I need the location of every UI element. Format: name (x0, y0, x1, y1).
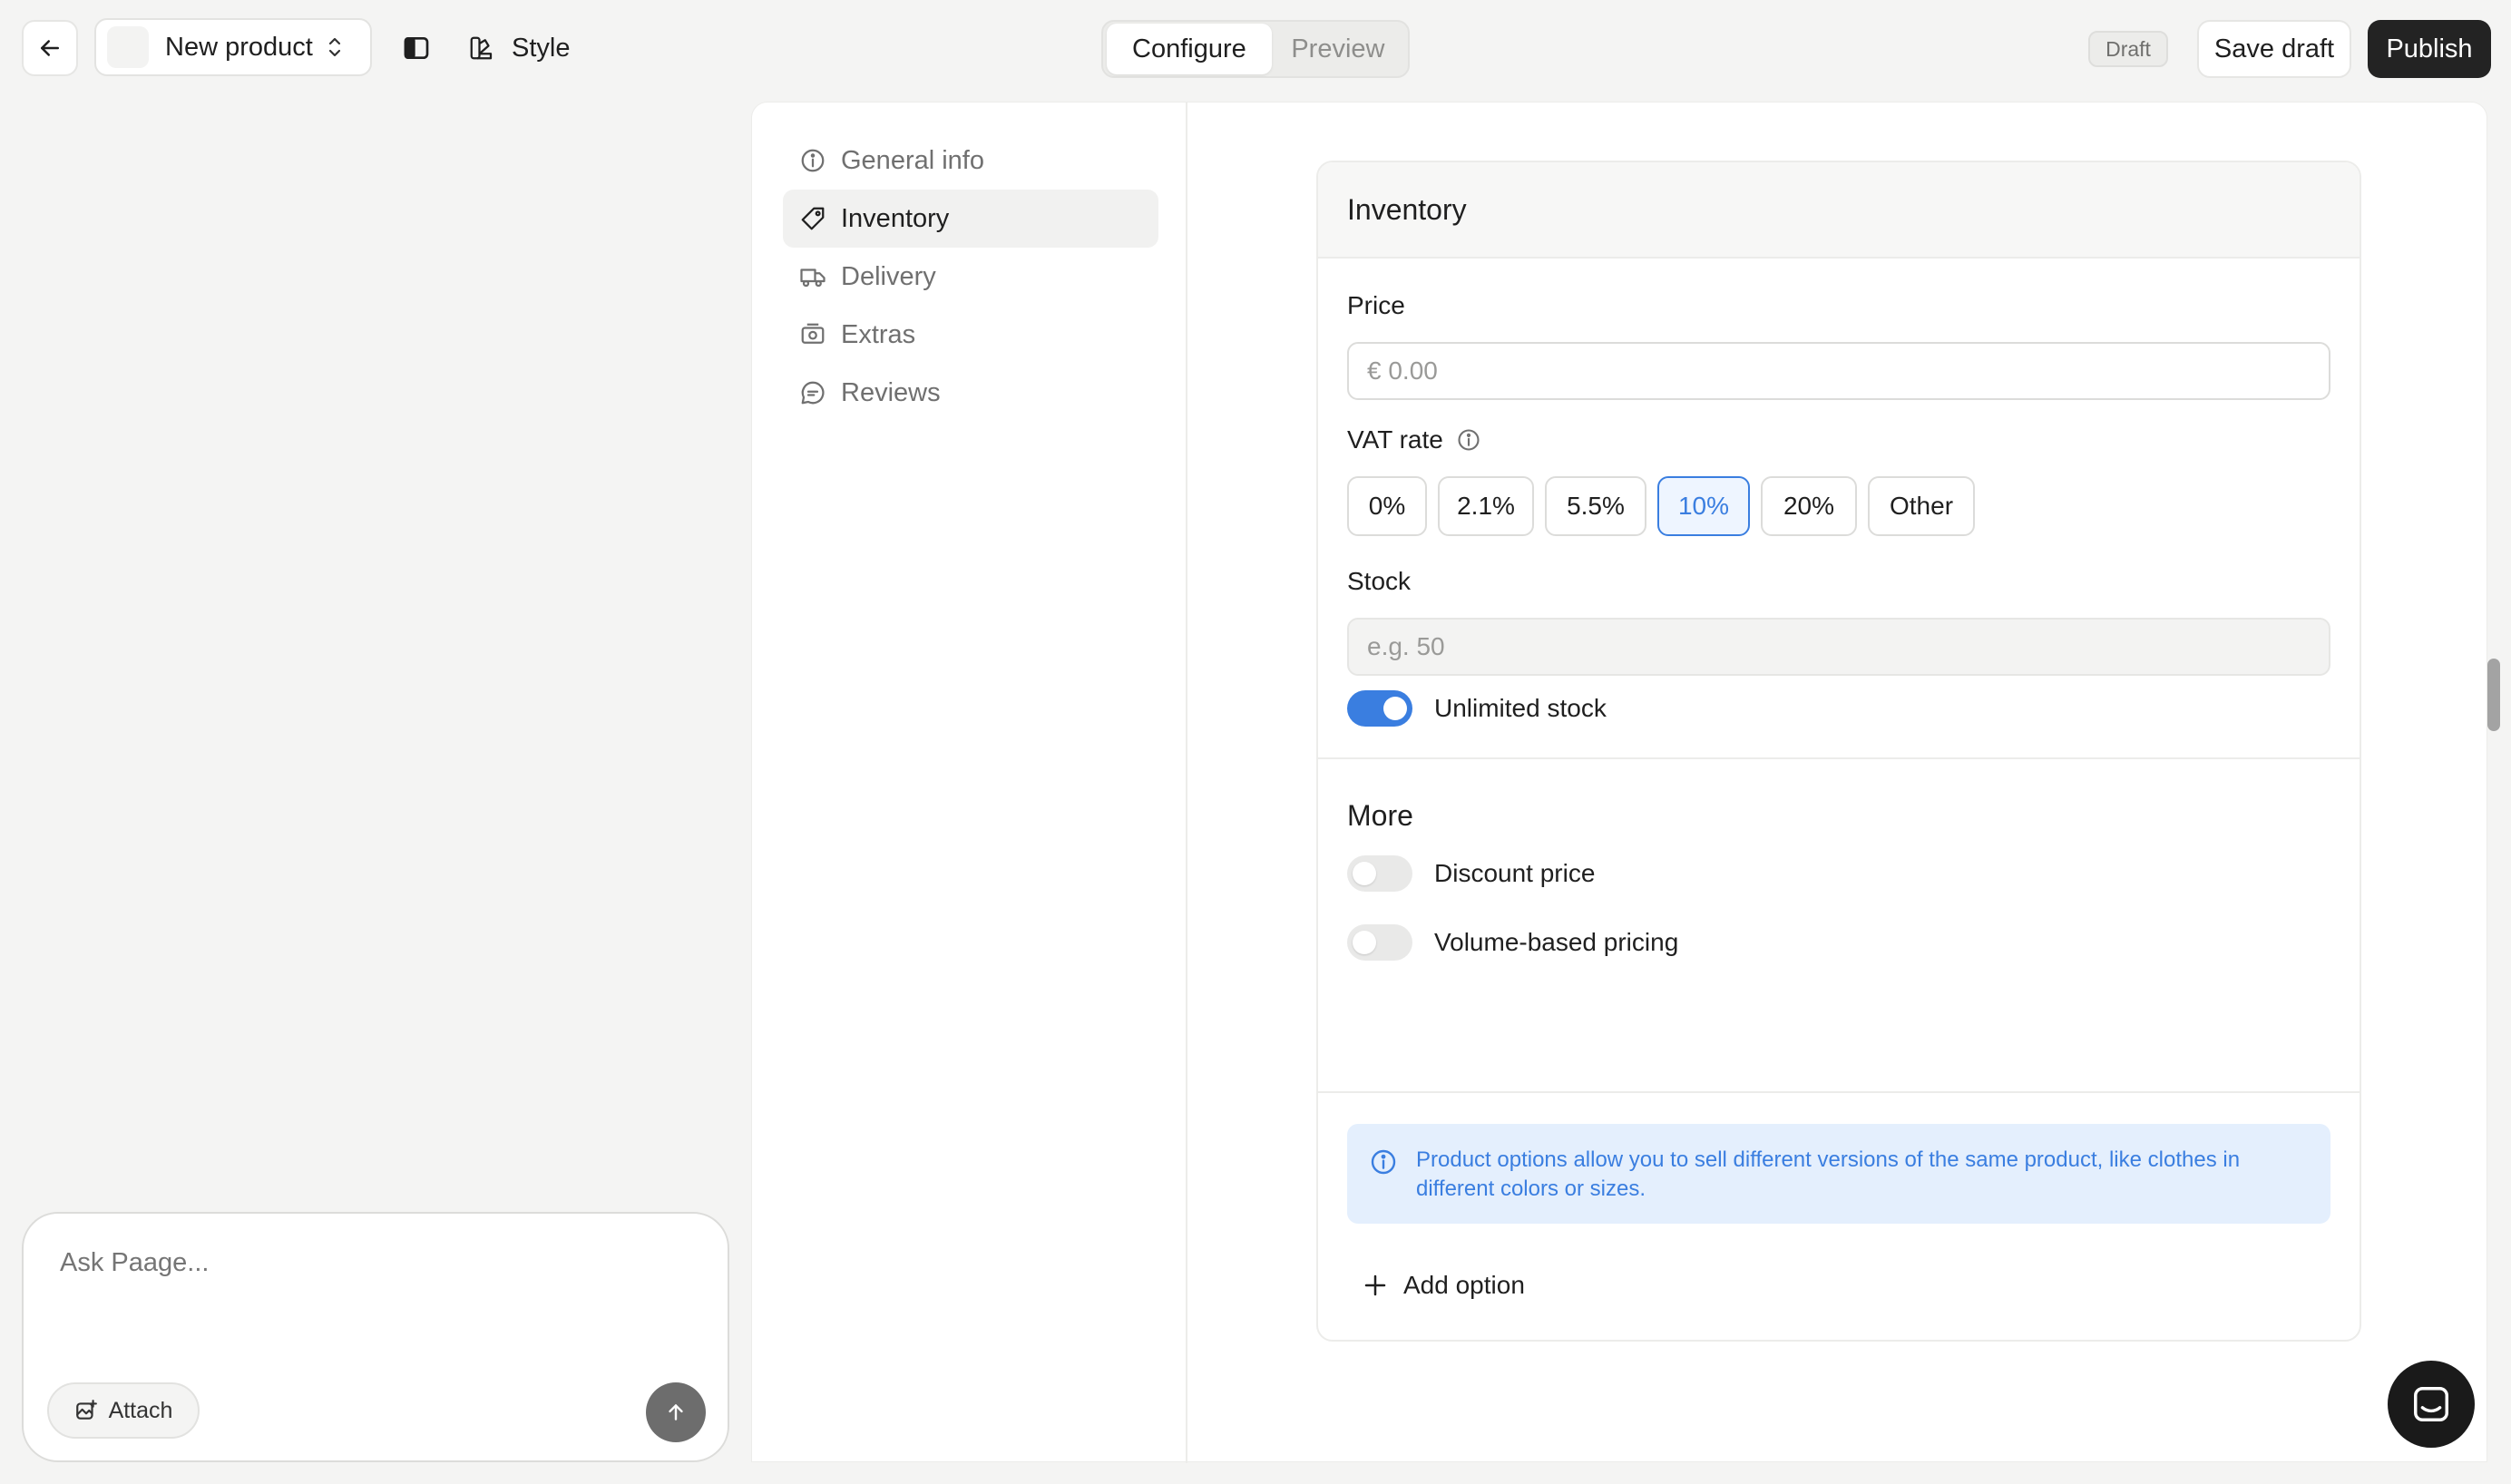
tab-configure[interactable]: Configure (1107, 24, 1272, 74)
section-divider (1318, 1091, 2360, 1093)
sidebar-item-delivery[interactable]: Delivery (783, 248, 1158, 306)
chat-widget-icon (2414, 1387, 2448, 1421)
product-options-info-text: Product options allow you to sell differ… (1416, 1147, 2241, 1201)
product-switcher[interactable]: New product (94, 18, 372, 76)
stock-input[interactable]: e.g. 50 (1347, 618, 2330, 676)
add-option-label: Add option (1403, 1271, 1525, 1299)
style-label: Style (512, 33, 571, 63)
attach-label: Attach (108, 1397, 173, 1423)
save-draft-button[interactable]: Save draft (2197, 20, 2351, 78)
price-label: Price (1347, 291, 1405, 320)
truck-icon (800, 268, 826, 288)
sidebar-item-general-info[interactable]: General info (783, 132, 1158, 190)
price-input[interactable]: € 0.00 (1347, 342, 2330, 400)
plus-icon (1364, 1274, 1386, 1296)
chevron-up-down-icon (328, 37, 340, 57)
scrollbar-thumb[interactable] (2487, 659, 2500, 731)
tab-preview[interactable]: Preview (1272, 24, 1404, 74)
sidebar-item-label: Reviews (841, 377, 941, 407)
tag-icon (801, 207, 825, 230)
image-attach-icon (75, 1400, 97, 1420)
inventory-card: Inventory Price € 0.00 VAT rate 0% 2.1% … (1316, 161, 2361, 1342)
vat-option-2-1[interactable]: 2.1% (1438, 476, 1534, 536)
discount-price-label: Discount price (1434, 859, 1596, 887)
volume-pricing-toggle[interactable] (1347, 924, 1412, 961)
mode-switch: Configure Preview (1101, 20, 1410, 78)
unlimited-stock-row: Unlimited stock (1347, 690, 1607, 727)
sidebar-item-extras[interactable]: Extras (783, 306, 1158, 364)
vat-option-20[interactable]: 20% (1761, 476, 1857, 536)
arrow-left-icon (41, 40, 59, 56)
product-name: New product (165, 32, 313, 62)
send-button[interactable] (646, 1382, 706, 1442)
sidebar-item-label: Extras (841, 319, 916, 349)
product-options-info: Product options allow you to sell differ… (1347, 1124, 2330, 1224)
info-circle-icon[interactable] (1456, 427, 1481, 453)
status-badge: Draft (2088, 31, 2168, 67)
price-label-text: Price (1347, 291, 1405, 319)
top-bar: New product Style Configure Preview Draf… (0, 0, 2511, 98)
chat-bubble-icon (801, 381, 825, 405)
vat-option-0[interactable]: 0% (1347, 476, 1427, 536)
sidebar-item-label: Inventory (841, 203, 950, 233)
volume-pricing-label: Volume-based pricing (1434, 928, 1679, 956)
sidebar-panel-icon (404, 37, 429, 59)
sidebar-toggle-button[interactable] (396, 27, 437, 69)
vat-rate-options: 0% 2.1% 5.5% 10% 20% Other (1347, 476, 1975, 536)
style-button[interactable]: Style (468, 24, 570, 73)
sidebar-item-reviews[interactable]: Reviews (783, 364, 1158, 422)
palette-icon (470, 36, 493, 60)
publish-button[interactable]: Publish (2368, 20, 2491, 78)
attach-button[interactable]: Attach (47, 1382, 200, 1439)
gift-icon (801, 323, 825, 344)
unlimited-stock-label: Unlimited stock (1434, 694, 1607, 722)
product-thumbnail (107, 26, 149, 68)
help-chat-launcher[interactable] (2388, 1361, 2475, 1448)
editor-panel: General info Inventory Delivery Extras R… (751, 102, 2487, 1463)
vat-option-other[interactable]: Other (1868, 476, 1975, 536)
add-option-button[interactable]: Add option (1362, 1271, 1525, 1300)
toggle-knob (1353, 862, 1376, 885)
volume-pricing-row: Volume-based pricing (1347, 924, 1678, 961)
discount-price-toggle[interactable] (1347, 855, 1412, 892)
section-nav: General info Inventory Delivery Extras R… (752, 103, 1187, 1463)
info-circle-icon (1371, 1149, 1396, 1175)
vat-rate-label: VAT rate (1347, 425, 1481, 454)
more-section-title: More (1347, 799, 1413, 832)
toggle-knob (1383, 697, 1407, 720)
info-circle-icon (801, 149, 825, 172)
toggle-knob (1353, 931, 1376, 954)
discount-price-row: Discount price (1347, 855, 1595, 892)
sidebar-item-label: Delivery (841, 261, 936, 291)
back-button[interactable] (22, 20, 78, 76)
vat-option-5-5[interactable]: 5.5% (1545, 476, 1646, 536)
vat-option-10[interactable]: 10% (1657, 476, 1750, 536)
chat-input[interactable] (60, 1248, 677, 1278)
chat-composer: Attach (22, 1212, 729, 1462)
section-divider (1318, 757, 2360, 759)
stock-label-text: Stock (1347, 567, 1412, 595)
sidebar-item-inventory[interactable]: Inventory (783, 190, 1158, 248)
vat-rate-label-text: VAT rate (1347, 425, 1443, 454)
inventory-card-title: Inventory (1318, 162, 2360, 259)
stock-label: Stock (1347, 567, 1411, 596)
arrow-up-icon (669, 1404, 683, 1421)
unlimited-stock-toggle[interactable] (1347, 690, 1412, 727)
sidebar-item-label: General info (841, 145, 984, 175)
